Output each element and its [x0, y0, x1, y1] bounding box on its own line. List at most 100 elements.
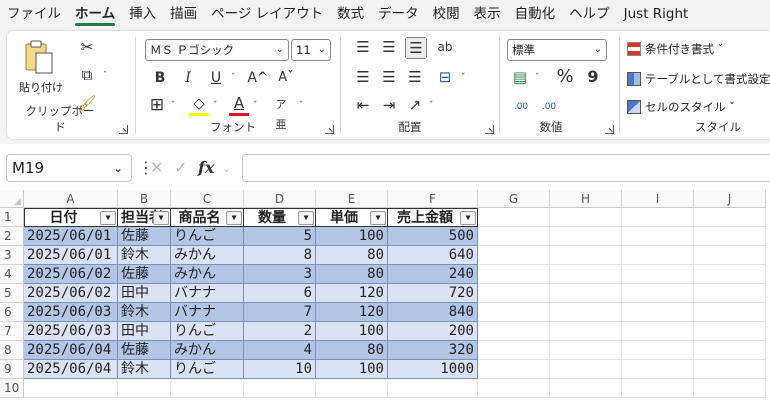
empty-cell[interactable]	[550, 227, 622, 246]
column-header-G[interactable]: G	[478, 190, 550, 208]
increase-indent-icon[interactable]: ⇥	[379, 95, 399, 115]
table-cell[interactable]: 2025/06/04	[24, 341, 118, 360]
font-color-button[interactable]: A	[229, 93, 249, 116]
table-cell[interactable]: 1000	[388, 360, 478, 379]
empty-cell[interactable]	[550, 246, 622, 265]
empty-cell[interactable]	[694, 227, 766, 246]
paste-button[interactable]: 貼り付け ˇ	[19, 37, 63, 103]
tab-9[interactable]: 自動化	[508, 0, 563, 28]
phonetic-icon[interactable]: ア亜	[271, 95, 291, 135]
enter-icon[interactable]: ✓	[174, 158, 187, 177]
row-header-7[interactable]: 7	[0, 322, 24, 341]
table-cell[interactable]: 2025/06/01	[24, 246, 118, 265]
empty-cell[interactable]	[622, 360, 694, 379]
empty-cell[interactable]	[550, 265, 622, 284]
cut-icon[interactable]: ✂	[77, 37, 97, 57]
table-cell[interactable]: みかん	[171, 246, 244, 265]
font-launcher-icon[interactable]	[325, 125, 334, 134]
orientation-icon[interactable]: ↗	[405, 95, 425, 115]
table-header-cell[interactable]: 日付 ▼	[24, 208, 118, 227]
select-all-button[interactable]	[0, 190, 24, 208]
empty-cell[interactable]	[478, 303, 550, 322]
table-cell[interactable]: 佐藤	[118, 341, 171, 360]
row-header-2[interactable]: 2	[0, 227, 24, 246]
tab-1[interactable]: ホーム	[68, 0, 122, 28]
align-left-icon[interactable]: ☰	[353, 67, 373, 87]
table-cell[interactable]: 2	[244, 322, 316, 341]
table-cell[interactable]: 100	[316, 360, 388, 379]
row-header-6[interactable]: 6	[0, 303, 24, 322]
empty-cell[interactable]	[694, 208, 766, 227]
column-header-E[interactable]: E	[316, 190, 388, 208]
empty-cell[interactable]	[694, 322, 766, 341]
filter-dropdown-icon[interactable]: ▼	[298, 211, 314, 225]
table-cell[interactable]: 6	[244, 284, 316, 303]
empty-cell[interactable]	[694, 265, 766, 284]
table-cell[interactable]: 100	[316, 322, 388, 341]
table-cell[interactable]: 500	[388, 227, 478, 246]
table-cell[interactable]: みかん	[171, 341, 244, 360]
column-header-D[interactable]: D	[244, 190, 316, 208]
table-cell[interactable]: 840	[388, 303, 478, 322]
column-header-F[interactable]: F	[388, 190, 478, 208]
empty-cell[interactable]	[550, 360, 622, 379]
table-cell[interactable]: 120	[316, 303, 388, 322]
border-icon[interactable]: ⊞	[147, 95, 167, 115]
empty-cell[interactable]	[478, 341, 550, 360]
table-cell[interactable]: 2025/06/01	[24, 227, 118, 246]
table-cell[interactable]: 2025/06/04	[24, 360, 118, 379]
decrease-decimal-button[interactable]: .00	[537, 97, 561, 117]
filter-dropdown-icon[interactable]: ▼	[100, 211, 116, 225]
copy-icon[interactable]: ⧉	[77, 65, 97, 85]
table-cell[interactable]: りんご	[171, 227, 244, 246]
table-cell[interactable]: 佐藤	[118, 227, 171, 246]
font-size-combo[interactable]: 11 ⌄	[291, 39, 331, 61]
empty-cell[interactable]	[478, 246, 550, 265]
empty-cell[interactable]	[694, 303, 766, 322]
align-center-icon[interactable]: ☰	[379, 67, 399, 87]
table-cell[interactable]: 80	[316, 265, 388, 284]
empty-cell[interactable]	[478, 227, 550, 246]
table-cell[interactable]: 2025/06/02	[24, 284, 118, 303]
name-box[interactable]: M19 ⌄	[6, 154, 132, 182]
bold-button[interactable]: B	[151, 68, 169, 88]
underline-dropdown-icon[interactable]: ˇ	[231, 73, 236, 83]
empty-cell[interactable]	[622, 208, 694, 227]
table-cell[interactable]: 田中	[118, 322, 171, 341]
row-header-1[interactable]: 1	[0, 208, 24, 227]
shrink-font-button[interactable]: Aˇ	[275, 68, 297, 88]
table-cell[interactable]: みかん	[171, 265, 244, 284]
table-cell[interactable]: 2025/06/03	[24, 303, 118, 322]
table-cell[interactable]: 2025/06/02	[24, 265, 118, 284]
column-header-B[interactable]: B	[118, 190, 171, 208]
table-cell[interactable]: 720	[388, 284, 478, 303]
tab-8[interactable]: 表示	[467, 0, 508, 28]
empty-cell[interactable]	[118, 379, 171, 398]
copy-dropdown-icon[interactable]: ˇ	[103, 71, 108, 81]
orientation-dropdown-icon[interactable]: ˇ	[429, 101, 434, 111]
cell-styles-button[interactable]: セルのスタイル ˇ	[627, 99, 735, 115]
tab-4[interactable]: ページ レイアウト	[204, 0, 330, 28]
empty-cell[interactable]	[478, 322, 550, 341]
table-cell[interactable]: りんご	[171, 360, 244, 379]
border-dropdown-icon[interactable]: ˇ	[171, 101, 176, 111]
italic-button[interactable]: I	[179, 68, 197, 88]
font-color-dropdown-icon[interactable]: ˇ	[253, 101, 258, 111]
column-header-J[interactable]: J	[694, 190, 766, 208]
format-as-table-button[interactable]: テーブルとして書式設定	[627, 71, 770, 87]
empty-cell[interactable]	[171, 379, 244, 398]
align-bottom-icon[interactable]: ☰	[405, 37, 427, 59]
row-header-10[interactable]: 10	[0, 379, 24, 398]
empty-cell[interactable]	[24, 379, 118, 398]
empty-cell[interactable]	[622, 322, 694, 341]
phonetic-dropdown-icon[interactable]: ˇ	[299, 101, 304, 111]
table-cell[interactable]: 7	[244, 303, 316, 322]
percent-button[interactable]: %	[555, 67, 575, 87]
empty-cell[interactable]	[694, 341, 766, 360]
tab-10[interactable]: ヘルプ	[562, 0, 617, 28]
empty-cell[interactable]	[478, 208, 550, 227]
empty-cell[interactable]	[622, 227, 694, 246]
column-header-H[interactable]: H	[550, 190, 622, 208]
empty-cell[interactable]	[622, 379, 694, 398]
table-cell[interactable]: 100	[316, 227, 388, 246]
